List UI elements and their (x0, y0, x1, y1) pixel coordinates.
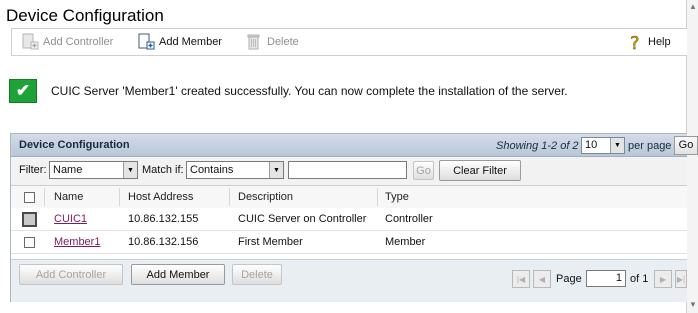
filter-go-button[interactable]: Go (413, 161, 434, 180)
table-header: Name Host Address Description Type (11, 186, 687, 209)
host-address-cell: 10.86.132.156 (128, 236, 199, 248)
svg-text:?: ? (630, 33, 640, 51)
column-header-description[interactable]: Description (238, 191, 293, 203)
help-icon: ? (630, 33, 640, 51)
column-divider (119, 188, 120, 206)
per-page-value: 10 (585, 139, 598, 151)
panel-header: Device Configuration Showing 1-2 of 2 10… (11, 134, 698, 157)
device-configuration-panel: Device Configuration Showing 1-2 of 2 10… (10, 133, 698, 302)
filter-text-input[interactable] (288, 161, 407, 179)
help-button[interactable]: ? Help (626, 32, 671, 52)
row-checkbox[interactable] (24, 237, 35, 248)
panel-title: Device Configuration (19, 139, 130, 151)
footer-delete-button[interactable]: Delete (232, 264, 282, 285)
device-name-link[interactable]: Member1 (54, 236, 100, 248)
page-count-label: of 1 (630, 273, 649, 285)
delete-label: Delete (267, 36, 299, 48)
per-page-label: per page (628, 140, 672, 152)
add-controller-button[interactable]: Add Controller (21, 32, 113, 52)
delete-button[interactable]: Delete (245, 32, 299, 52)
page-number-input[interactable]: 1 (586, 270, 626, 287)
table-footer: Add Controller Add Member Delete |◀ ◀ Pa… (11, 259, 687, 302)
first-page-icon[interactable]: |◀ (512, 270, 530, 288)
add-member-icon (138, 33, 155, 50)
page-label: Page (556, 273, 582, 285)
add-controller-icon (22, 33, 39, 50)
filter-row: Filter: Name ▼ Match if: Contains ▼ Go C… (11, 157, 687, 186)
host-address-cell: 10.86.132.155 (128, 213, 199, 225)
column-header-name[interactable]: Name (54, 191, 83, 203)
vertical-scrollbar[interactable]: ▲ ▼ (686, 0, 698, 313)
footer-add-controller-button[interactable]: Add Controller (19, 264, 123, 285)
column-header-host-address[interactable]: Host Address (128, 191, 193, 203)
add-member-label: Add Member (159, 36, 222, 48)
column-divider (377, 188, 378, 206)
match-if-value: Contains (190, 164, 234, 176)
add-member-button[interactable]: Add Member (137, 32, 222, 52)
previous-page-icon[interactable]: ◀ (533, 270, 551, 288)
help-label: Help (648, 36, 671, 48)
table-row[interactable]: CUIC1 10.86.132.155 CUIC Server on Contr… (11, 208, 687, 231)
per-page-select[interactable]: 10 ▼ (581, 137, 625, 154)
table-row[interactable]: Member1 10.86.132.156 First Member Membe… (11, 231, 687, 254)
toolbar: Add Controller Add Member Delete ? Help (11, 28, 687, 56)
column-header-type[interactable]: Type (385, 191, 409, 203)
last-page-icon[interactable]: ▶| (675, 270, 687, 288)
footer-add-member-button[interactable]: Add Member (131, 264, 225, 285)
row-checkbox[interactable] (22, 212, 37, 227)
filter-field-select[interactable]: Name ▼ (49, 161, 138, 179)
column-divider (229, 188, 230, 206)
description-cell: First Member (238, 236, 303, 248)
next-page-icon[interactable]: ▶ (654, 270, 672, 288)
select-all-checkbox[interactable] (24, 192, 35, 203)
success-message-text: CUIC Server 'Member1' created successful… (51, 84, 568, 98)
match-if-label: Match if: (142, 164, 184, 176)
type-cell: Member (385, 236, 426, 248)
filter-field-value: Name (53, 164, 83, 176)
filter-label: Filter: (19, 164, 47, 176)
clear-filter-button[interactable]: Clear Filter (439, 160, 521, 181)
chevron-down-icon[interactable]: ▼ (610, 138, 624, 153)
checkmark-icon: ✔ (9, 79, 37, 103)
page-title: Device Configuration (6, 6, 164, 25)
type-cell: Controller (385, 213, 433, 225)
scroll-up-icon[interactable]: ▲ (689, 2, 697, 11)
description-cell: CUIC Server on Controller (238, 213, 367, 225)
chevron-down-icon[interactable]: ▼ (123, 162, 137, 178)
per-page-go-button[interactable]: Go (674, 136, 698, 155)
chevron-down-icon[interactable]: ▼ (269, 162, 283, 178)
add-controller-label: Add Controller (43, 36, 114, 48)
scroll-down-icon[interactable]: ▼ (689, 300, 697, 309)
showing-count: Showing 1-2 of 2 (496, 140, 579, 152)
page-number-value: 1 (615, 272, 622, 284)
match-if-select[interactable]: Contains ▼ (186, 161, 284, 179)
trash-icon (247, 34, 260, 50)
device-name-link[interactable]: CUIC1 (54, 213, 87, 225)
column-divider (44, 188, 45, 206)
success-message: ✔ CUIC Server 'Member1' created successf… (9, 79, 568, 103)
